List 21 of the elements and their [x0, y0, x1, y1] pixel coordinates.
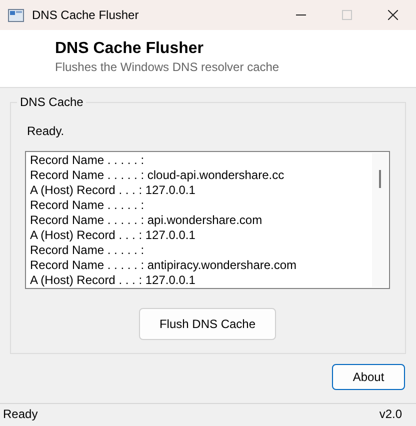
- output-line: Record Name . . . . . : antipiracy.wondershare.com: [30, 258, 298, 273]
- version-label: v2.0: [379, 407, 402, 421]
- app-heading: DNS Cache Flusher: [55, 40, 204, 58]
- output-line: Record Name . . . . . :: [30, 153, 146, 168]
- window-title: DNS Cache Flusher: [32, 8, 140, 22]
- app-window-icon: [8, 8, 24, 22]
- output-line: A (Host) Record . . . : 127.0.0.1: [30, 183, 196, 198]
- close-icon[interactable]: [388, 10, 398, 20]
- output-line: A (Host) Record . . . : 127.0.0.1: [30, 228, 196, 243]
- output-line: Record Name . . . . . :: [30, 243, 146, 258]
- flush-button[interactable]: Flush DNS Cache: [139, 308, 276, 340]
- app-subtitle: Flushes the Windows DNS resolver cache: [55, 60, 280, 74]
- status-message: Ready.: [27, 124, 66, 138]
- status-text: Ready: [3, 407, 38, 421]
- output-line: Record Name . . . . . :: [30, 198, 146, 213]
- group-label: DNS Cache: [17, 95, 86, 109]
- output-line: Record Name . . . . . : cloud-api.wondershare.cc: [30, 168, 286, 183]
- about-button[interactable]: About: [332, 364, 405, 390]
- output-line: Record Name . . . . . : api.wondershare.com: [30, 213, 264, 228]
- output-line: A (Host) Record . . . : 127.0.0.1: [30, 273, 196, 288]
- scrollbar[interactable]: [372, 153, 388, 287]
